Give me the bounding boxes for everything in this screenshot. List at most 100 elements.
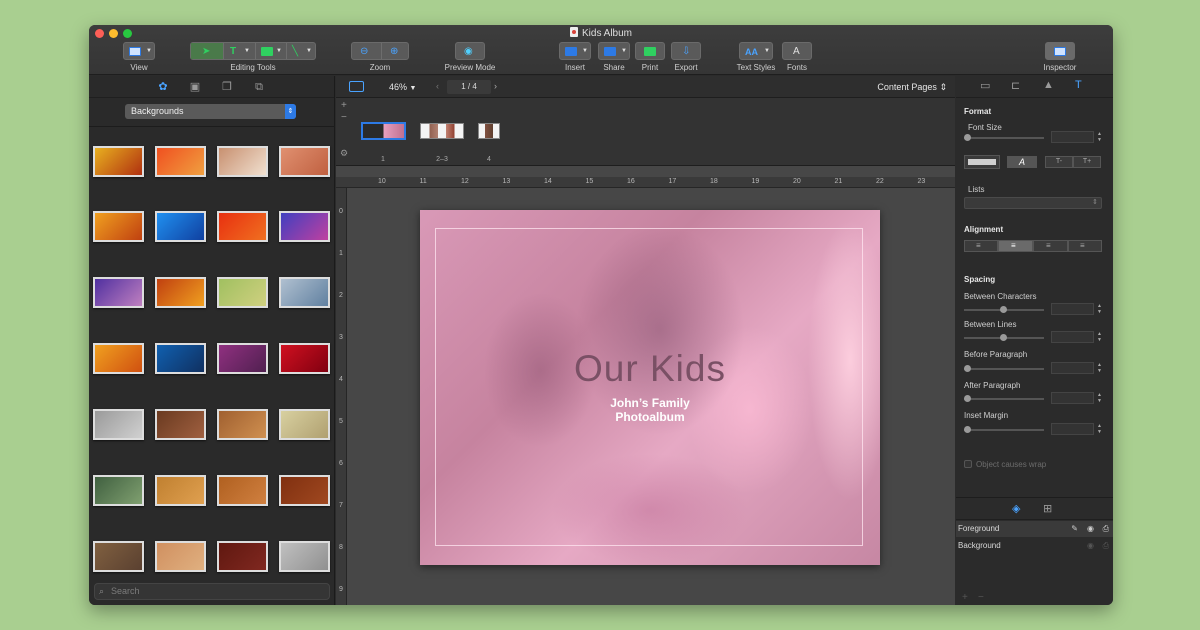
fonts-button[interactable]: A [782, 42, 812, 60]
between-characters-stepper[interactable]: ▲ ▼ [1097, 303, 1103, 315]
background-thumbnail[interactable] [155, 475, 206, 506]
slider-knob[interactable] [1000, 306, 1007, 313]
background-thumbnail[interactable] [217, 146, 268, 177]
between-lines-stepper[interactable]: ▲ ▼ [1097, 331, 1103, 343]
before-paragraph-field[interactable] [1051, 362, 1094, 374]
before-paragraph-stepper[interactable]: ▲ ▼ [1097, 362, 1103, 374]
between-lines-field[interactable] [1051, 331, 1094, 343]
add-layer-button[interactable]: + [962, 592, 968, 603]
inspector-button[interactable] [1045, 42, 1075, 60]
inset-margin-stepper[interactable]: ▲ ▼ [1097, 423, 1103, 435]
font-size-slider[interactable] [964, 134, 1044, 141]
page-layout-toggle[interactable] [349, 81, 364, 92]
backgrounds-tab-icon[interactable]: ✿ [156, 80, 170, 94]
background-thumbnail[interactable] [217, 409, 268, 440]
printer-icon[interactable]: ⎙ [1103, 538, 1109, 554]
after-paragraph-slider[interactable] [964, 395, 1044, 402]
shape-tool-button[interactable]: ▼ [255, 43, 286, 59]
page-indicator[interactable]: 1 / 4 [447, 80, 491, 94]
justify-button[interactable]: ≡ [1068, 240, 1102, 252]
inset-margin-field[interactable] [1051, 423, 1094, 435]
subscript-button[interactable]: T- [1045, 156, 1073, 168]
background-thumbnail[interactable] [279, 146, 330, 177]
background-thumbnail[interactable] [279, 475, 330, 506]
align-left-button[interactable]: ≡ [964, 240, 998, 252]
background-thumbnail[interactable] [155, 343, 206, 374]
object-causes-wrap-checkbox[interactable] [964, 460, 972, 468]
select-tool-button[interactable]: ➤ [191, 43, 223, 59]
zoom-out-button[interactable]: ⊖ [352, 43, 381, 59]
align-right-button[interactable]: ≡ [1033, 240, 1068, 252]
inset-margin-slider[interactable] [964, 426, 1044, 433]
next-page-button[interactable]: › [494, 81, 497, 91]
slider-knob[interactable] [964, 426, 971, 433]
slider-knob[interactable] [1000, 334, 1007, 341]
document-tab-icon[interactable]: ▭ [980, 79, 990, 92]
print-button[interactable] [635, 42, 665, 60]
superscript-button[interactable]: T+ [1073, 156, 1101, 168]
line-tool-button[interactable]: ╲ ▼ [286, 43, 316, 59]
after-paragraph-field[interactable] [1051, 392, 1094, 404]
slider-knob[interactable] [964, 395, 971, 402]
background-thumbnail[interactable] [155, 146, 206, 177]
layer-row-foreground[interactable]: Foreground ✎ ◉ ⎙ [956, 521, 1113, 537]
background-thumbnail[interactable] [93, 146, 144, 177]
add-page-icon[interactable]: + [341, 100, 347, 111]
remove-layer-button[interactable]: − [978, 592, 984, 603]
background-thumbnail[interactable] [155, 211, 206, 242]
templates-tab-icon[interactable]: ⧉ [252, 80, 266, 94]
remove-page-icon[interactable]: − [341, 112, 347, 123]
after-paragraph-stepper[interactable]: ▲ ▼ [1097, 392, 1103, 404]
view-button[interactable]: ▼ [123, 42, 155, 60]
slider-knob[interactable] [964, 134, 971, 141]
background-thumbnail[interactable] [93, 343, 144, 374]
font-size-stepper[interactable]: ▲ ▼ [1097, 131, 1103, 143]
before-paragraph-slider[interactable] [964, 365, 1044, 372]
background-thumbnail[interactable] [93, 475, 144, 506]
gear-icon[interactable]: ⚙ [340, 148, 348, 159]
slider-knob[interactable] [964, 365, 971, 372]
background-thumbnail[interactable] [93, 409, 144, 440]
content-pages-select[interactable]: Content Pages ⇕ [877, 82, 947, 93]
previous-page-button[interactable]: ‹ [436, 81, 439, 91]
share-button[interactable]: ▼ [598, 42, 630, 60]
page-thumbnail-2-3[interactable] [420, 123, 464, 139]
background-thumbnail[interactable] [93, 277, 144, 308]
pencil-icon[interactable]: ✎ [1071, 521, 1078, 537]
album-cover-page[interactable]: Our Kids John’s Family Photoalbum [420, 210, 880, 565]
background-thumbnail[interactable] [93, 211, 144, 242]
preview-mode-button[interactable]: ◉ [455, 42, 485, 60]
background-thumbnail[interactable] [279, 541, 330, 572]
background-thumbnail[interactable] [93, 541, 144, 572]
page-thumbnail-1[interactable] [361, 122, 406, 140]
eye-icon[interactable]: ◉ [1087, 521, 1094, 537]
arrange-tab-icon[interactable]: ▲ [1043, 79, 1054, 91]
grid-icon[interactable]: ⊞ [1043, 502, 1052, 515]
background-thumbnail[interactable] [217, 475, 268, 506]
background-thumbnail[interactable] [279, 343, 330, 374]
font-size-field[interactable] [1051, 131, 1094, 143]
text-tool-button[interactable]: T ▼ [223, 43, 255, 59]
background-thumbnail[interactable] [217, 541, 268, 572]
layout-tab-icon[interactable]: ⊏ [1011, 79, 1020, 92]
between-characters-slider[interactable] [964, 306, 1044, 313]
background-thumbnail[interactable] [217, 343, 268, 374]
zoom-in-button[interactable]: ⊕ [381, 43, 409, 59]
export-button[interactable]: ⇩ [671, 42, 701, 60]
background-thumbnail[interactable] [279, 211, 330, 242]
background-thumbnail[interactable] [155, 277, 206, 308]
shapes-tab-icon[interactable]: ❐ [220, 80, 234, 94]
background-thumbnail[interactable] [279, 409, 330, 440]
insert-button[interactable]: ▼ [559, 42, 591, 60]
text-styles-button[interactable]: AA ▼ [739, 42, 773, 60]
page-thumbnail-4[interactable] [478, 123, 500, 139]
lists-select[interactable]: ⇕ [964, 197, 1102, 209]
align-center-button[interactable]: ≡ [998, 240, 1033, 252]
italic-button[interactable]: A [1007, 156, 1037, 168]
eye-icon[interactable]: ◉ [1087, 538, 1094, 554]
page-subtitle-line-2[interactable]: Photoalbum [420, 410, 880, 424]
background-thumbnail[interactable] [217, 277, 268, 308]
library-category-select[interactable]: Backgrounds ⇕ [125, 104, 296, 119]
library-search-input[interactable]: ⌕ Search [94, 583, 330, 600]
text-color-well[interactable] [964, 155, 1000, 169]
